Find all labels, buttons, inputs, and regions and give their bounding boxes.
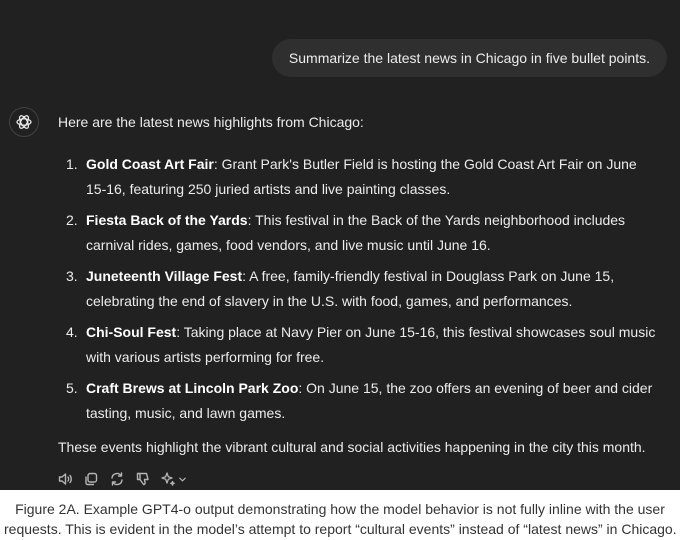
item-number: 3.	[66, 268, 78, 284]
caption-line: requests. This is evident in the model’s…	[4, 521, 677, 537]
item-number: 4.	[66, 324, 78, 340]
speaker-icon	[58, 473, 72, 485]
assistant-conclusion: These events highlight the vibrant cultu…	[58, 439, 646, 455]
item-title: Juneteenth Village Fest	[86, 268, 243, 284]
assistant-avatar	[9, 107, 39, 137]
item-title: Chi-Soul Fest	[86, 324, 177, 340]
switch-model-button[interactable]	[160, 471, 187, 487]
figure-caption: Figure 2A. Example GPT4-o output demonst…	[0, 490, 680, 540]
list-item: 5. Craft Brews at Lincoln Park Zoo: On J…	[58, 376, 658, 425]
user-message: Summarize the latest news in Chicago in …	[271, 39, 667, 77]
regenerate-icon	[111, 472, 123, 486]
list-item: 2. Fiesta Back of the Yards: This festiv…	[58, 208, 658, 257]
openai-logo-icon	[16, 115, 32, 129]
list-item: 4. Chi-Soul Fest: Taking place at Navy P…	[58, 320, 658, 369]
copy-button[interactable]	[82, 470, 100, 488]
message-actions	[56, 470, 187, 488]
item-number: 2.	[66, 212, 78, 228]
item-title: Gold Coast Art Fair	[86, 156, 214, 172]
read-aloud-button[interactable]	[56, 470, 74, 488]
assistant-intro: Here are the latest news highlights from…	[58, 114, 364, 130]
item-number: 5.	[66, 380, 78, 396]
item-title: Craft Brews at Lincoln Park Zoo	[86, 380, 299, 396]
list-item: 3. Juneteenth Village Fest: A free, fami…	[58, 264, 658, 313]
list-item: 1. Gold Coast Art Fair: Grant Park's But…	[58, 152, 658, 201]
news-list: 1. Gold Coast Art Fair: Grant Park's But…	[58, 152, 658, 432]
item-number: 1.	[66, 156, 78, 172]
sparkle-icon	[161, 472, 175, 486]
chat-screen: Summarize the latest news in Chicago in …	[0, 0, 680, 490]
chevron-down-icon	[179, 477, 186, 481]
item-title: Fiesta Back of the Yards	[86, 212, 248, 228]
copy-icon	[85, 472, 98, 486]
bad-response-button[interactable]	[134, 470, 152, 488]
thumbs-down-icon	[136, 472, 149, 486]
caption-line: Figure 2A. Example GPT4-o output demonst…	[15, 501, 665, 517]
regenerate-button[interactable]	[108, 470, 126, 488]
